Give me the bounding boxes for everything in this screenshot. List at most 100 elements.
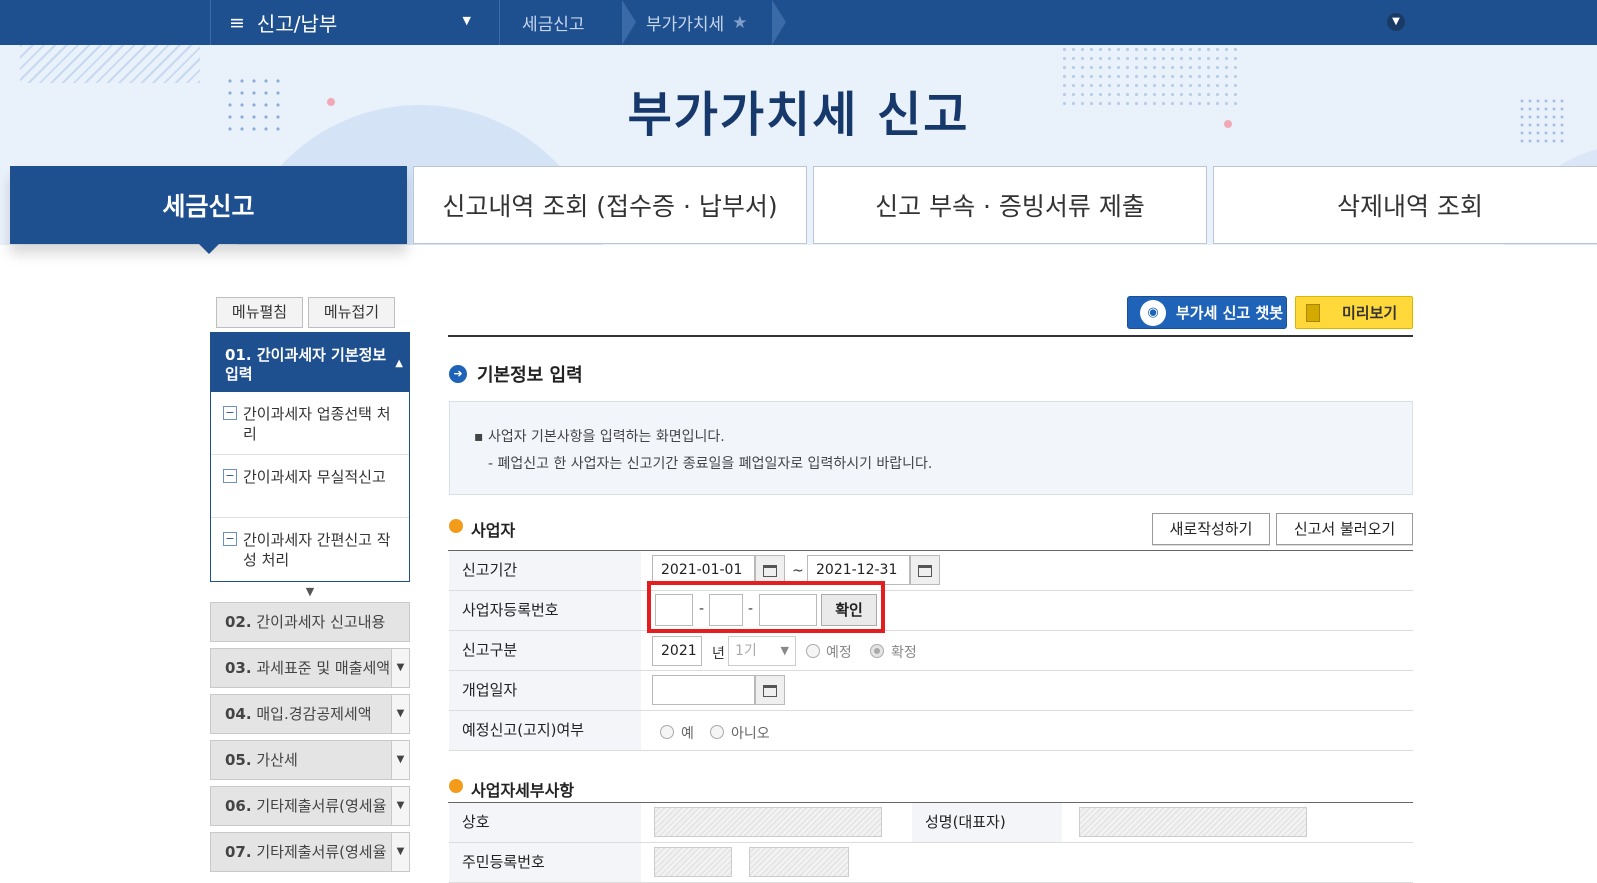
preview-button[interactable]: 미리보기 [1295,296,1413,329]
side-menu-section[interactable]: 03. 과세표준 및 매출세액 ▼ [210,648,410,688]
breadcrumb-separator-icon [772,0,786,45]
preview-label: 미리보기 [1342,304,1398,322]
section-title: ➜ 기본정보 입력 [449,361,583,387]
load-form-button[interactable]: 신고서 불러오기 [1276,513,1413,545]
breadcrumb-vat[interactable]: 부가가치세 ★ [622,0,786,45]
subsection-label: 사업자 [471,521,516,540]
tab-filing-history[interactable]: 신고내역 조회 (접수증 · 납부서) [413,166,807,244]
notice-line: ▪ 사업자 기본사항을 입력하는 화면입니다. [474,429,725,445]
side-submenu-label: 간이과세자 무실적신고 [243,468,386,486]
chevron-down-icon: ▼ [780,644,789,657]
radio-yes[interactable] [660,725,674,739]
chevron-down-icon: ▼ [462,14,471,27]
arrow-circle-icon: ➜ [449,365,467,383]
side-menu-section[interactable]: 02. 간이과세자 신고내용 [210,602,410,642]
main-menu-dropdown[interactable]: ≡ 신고/납부 ▼ [210,0,500,45]
side-submenu-item[interactable]: − 간이과세자 업종선택 처리 [211,392,409,455]
breadcrumb-label: 부가가치세 [646,15,725,35]
chevron-down-icon[interactable]: ▼ [391,741,409,779]
bullet-icon [449,779,463,793]
resident-no-part1-input [654,847,732,877]
tab-tax-filing[interactable]: 세금신고 [10,166,407,254]
tab-deleted-history[interactable]: 삭제내역 조회 [1213,166,1597,244]
side-submenu-label: 간이과세자 간편신고 작성 처리 [243,531,391,569]
tab-attachment-submit[interactable]: 신고 부속 · 증빙서류 제출 [813,166,1207,244]
side-section-label: 기타제출서류(영세율 [256,843,387,861]
year-input[interactable]: 2021 [652,636,702,666]
expand-circle-icon[interactable]: ▼ [1387,13,1405,31]
side-menu-section[interactable]: 05. 가산세 ▼ [210,740,410,780]
star-icon[interactable]: ★ [732,13,747,33]
side-menu-number: 01. [225,346,252,364]
type-label: 신고구분 [449,631,641,670]
notice-line: - 폐업신고 한 사업자는 신고기간 종료일을 폐업일자로 입력하시기 바랍니다… [488,456,933,472]
minus-box-icon: − [223,469,237,483]
form-row-resident: 주민등록번호 [449,843,1413,883]
rep-name-label: 성명(대표자) [912,803,1062,842]
chevron-down-icon[interactable]: ▼ [391,695,409,733]
collapse-menu-button[interactable]: 메뉴접기 [308,297,395,328]
radio-final[interactable] [870,644,884,658]
term-select[interactable]: 1기 ▼ [728,636,796,666]
form-row-prelim: 예정신고(고지)여부 예 아니오 [449,711,1413,751]
side-menu-section[interactable]: 07. 기타제출서류(영세율 ▼ [210,832,410,872]
radio-prelim-label: 예정 [826,645,852,661]
side-section-label: 매입.경감공제세액 [256,705,372,723]
chatbot-icon: ◉ [1140,299,1166,326]
top-navigation-bar: ≡ 신고/납부 ▼ 세금신고 부가가치세 ★ ▼ [0,0,1597,45]
opendate-input[interactable] [652,675,755,705]
side-section-label: 기타제출서류(영세율 [256,797,387,815]
breadcrumb-tax-filing[interactable]: 세금신고 [500,0,636,45]
chevron-down-icon[interactable]: ▼ [391,833,409,871]
expand-menu-button[interactable]: 메뉴펼침 [216,297,303,328]
form-row-regno: 사업자등록번호 - - 확인 [449,591,1413,631]
minus-box-icon: − [223,532,237,546]
chatbot-label: 부가세 신고 챗봇 [1176,304,1284,322]
side-section-number: 04. [225,705,252,723]
form-row-opendate: 개업일자 [449,671,1413,711]
radio-final-label: 확정 [891,645,917,661]
page-title: 부가가치세 신고 [627,87,970,143]
side-section-number: 03. [225,659,252,677]
resident-no-part2-input [749,847,849,877]
side-menu-active-item[interactable]: 01. 간이과세자 기본정보 입력 ▲ [211,332,409,392]
radio-yes-label: 예 [681,726,694,742]
side-submenu-item[interactable]: − 간이과세자 무실적신고 [211,455,409,518]
triangle-down-icon: ▼ [305,585,315,598]
form-row-type: 신고구분 2021 년 1기 ▼ 예정 확정 [449,631,1413,671]
trade-name-input [654,807,882,837]
side-submenu-item[interactable]: − 간이과세자 간편신고 작성 처리 [211,518,409,581]
form-row-trade: 상호 성명(대표자) [449,803,1413,843]
calendar-icon[interactable] [910,555,940,585]
side-menu: 01. 간이과세자 기본정보 입력 ▲ − 간이과세자 업종선택 처리 − 간이… [210,332,410,872]
radio-no[interactable] [710,725,724,739]
side-menu-section[interactable]: 04. 매입.경감공제세액 ▼ [210,694,410,734]
main-menu-label: 신고/납부 [256,12,338,36]
vat-chatbot-button[interactable]: ◉ 부가세 신고 챗봇 [1127,296,1287,329]
regno-label: 사업자등록번호 [449,591,641,630]
section-title-label: 기본정보 입력 [477,365,583,386]
side-menu-active-group: 01. 간이과세자 기본정보 입력 ▲ − 간이과세자 업종선택 처리 − 간이… [210,332,410,582]
radio-prelim[interactable] [806,644,820,658]
side-section-label: 간이과세자 신고내용 [256,613,386,631]
new-form-button[interactable]: 새로작성하기 [1152,513,1270,545]
highlight-box [647,581,885,633]
chevron-up-icon[interactable]: ▲ [395,354,403,373]
detail-subsection-title: 사업자세부사항 [449,777,574,801]
radio-no-label: 아니오 [731,726,770,742]
side-menu-section[interactable]: 06. 기타제출서류(영세율 ▼ [210,786,410,826]
period-label: 신고기간 [449,551,641,590]
chevron-down-icon[interactable]: ▼ [391,787,409,825]
bullet-icon [449,519,463,533]
trade-name-label: 상호 [449,803,641,842]
year-suffix: 년 [712,646,725,662]
prelim-label: 예정신고(고지)여부 [449,711,641,750]
term-select-value: 1기 [735,643,757,659]
period-separator: ~ [792,563,804,579]
breadcrumb-label: 세금신고 [522,15,585,35]
calendar-icon[interactable] [755,675,785,705]
side-submenu-label: 간이과세자 업종선택 처리 [243,405,391,443]
side-section-number: 06. [225,797,252,815]
side-section-label: 가산세 [256,751,298,769]
chevron-down-icon[interactable]: ▼ [391,649,409,687]
